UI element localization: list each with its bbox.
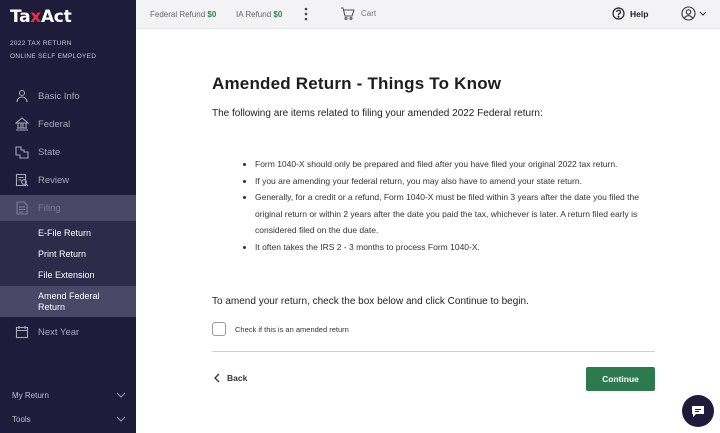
tools-menu[interactable]: Tools [0, 412, 136, 426]
list-item: If you are amending your federal return,… [242, 173, 662, 190]
document-icon [14, 200, 30, 216]
tools-label: Tools [12, 414, 31, 424]
map-icon [14, 144, 30, 160]
chevron-down-icon [116, 416, 126, 422]
federal-refund-label: Federal Refund [150, 10, 206, 19]
cart-label: Cart [361, 9, 377, 18]
top-bar: Federal Refund $0 IA Refund $0 Cart Help [136, 0, 720, 29]
federal-refund-value: $0 [207, 10, 217, 19]
help-button[interactable]: Help [612, 7, 648, 20]
filing-subnav: E-File Return Print Return File Extensio… [0, 221, 136, 317]
review-icon [14, 172, 30, 188]
list-item: Form 1040-X should only be prepared and … [242, 156, 662, 173]
help-icon [612, 7, 625, 20]
sidebar: TaxAct 2022 TAX RETURN ONLINE SELF EMPLO… [0, 0, 136, 433]
chevron-left-icon [214, 373, 220, 383]
nav-basic-info-label: Basic Info [38, 90, 80, 102]
nav-federal-label: Federal [38, 118, 71, 130]
divider [212, 351, 655, 352]
amended-return-checkbox[interactable] [212, 322, 226, 336]
info-list: Form 1040-X should only be prepared and … [242, 156, 662, 255]
user-account-icon [681, 6, 696, 21]
my-return-menu[interactable]: My Return [0, 388, 136, 402]
calendar-icon [14, 324, 30, 340]
account-menu[interactable] [681, 6, 707, 21]
back-button[interactable]: Back [214, 373, 247, 383]
cart-icon [341, 7, 355, 20]
intro-text: The following are items related to filin… [212, 108, 543, 119]
main-content: Amended Return - Things To Know The foll… [212, 74, 656, 391]
nav-basic-info[interactable]: Basic Info [0, 83, 136, 109]
nav-next-year[interactable]: Next Year [0, 319, 136, 345]
help-label: Help [630, 8, 649, 19]
ia-refund-value: $0 [273, 10, 283, 19]
subnav-amend-federal-return[interactable]: Amend Federal Return [0, 286, 136, 317]
capitol-icon [14, 116, 30, 132]
list-item: Generally, for a credit or a refund, For… [242, 189, 662, 239]
subnav-file-extension[interactable]: File Extension [0, 268, 136, 282]
amended-return-checkbox-label[interactable]: Check if this is an amended return [235, 325, 349, 334]
cart-button[interactable]: Cart [340, 7, 376, 20]
nav-state[interactable]: State [0, 139, 136, 165]
nav-filing-label: Filing [38, 202, 61, 214]
more-options-icon[interactable] [304, 7, 308, 21]
chat-button[interactable] [682, 395, 714, 427]
nav-federal[interactable]: Federal [0, 111, 136, 137]
return-type-label: ONLINE SELF EMPLOYED [10, 53, 97, 60]
page-title: Amended Return - Things To Know [212, 74, 502, 93]
return-year-label: 2022 TAX RETURN [10, 40, 72, 47]
ia-refund-label: IA Refund [236, 10, 272, 19]
my-return-label: My Return [12, 390, 49, 400]
nav-state-label: State [38, 146, 61, 158]
back-label: Back [227, 373, 248, 383]
amended-return-check-row: Check if this is an amended return [212, 322, 349, 336]
continue-button[interactable]: Continue [586, 367, 655, 391]
nav-review-label: Review [38, 174, 70, 186]
nav-filing[interactable]: Filing [0, 195, 136, 221]
subnav-efile-return[interactable]: E-File Return [0, 226, 136, 240]
taxact-logo[interactable]: TaxAct [10, 7, 72, 27]
nav-next-year-label: Next Year [38, 326, 80, 338]
instruction-text: To amend your return, check the box belo… [212, 296, 529, 307]
chevron-down-icon [699, 11, 707, 16]
list-item: It often takes the IRS 2 - 3 months to p… [242, 239, 662, 256]
federal-refund[interactable]: Federal Refund $0 [150, 10, 216, 19]
ia-refund[interactable]: IA Refund $0 [236, 10, 282, 19]
chevron-down-icon [116, 392, 126, 398]
person-icon [14, 88, 30, 104]
chat-icon [692, 405, 704, 417]
nav-review[interactable]: Review [0, 167, 136, 193]
subnav-print-return[interactable]: Print Return [0, 247, 136, 261]
